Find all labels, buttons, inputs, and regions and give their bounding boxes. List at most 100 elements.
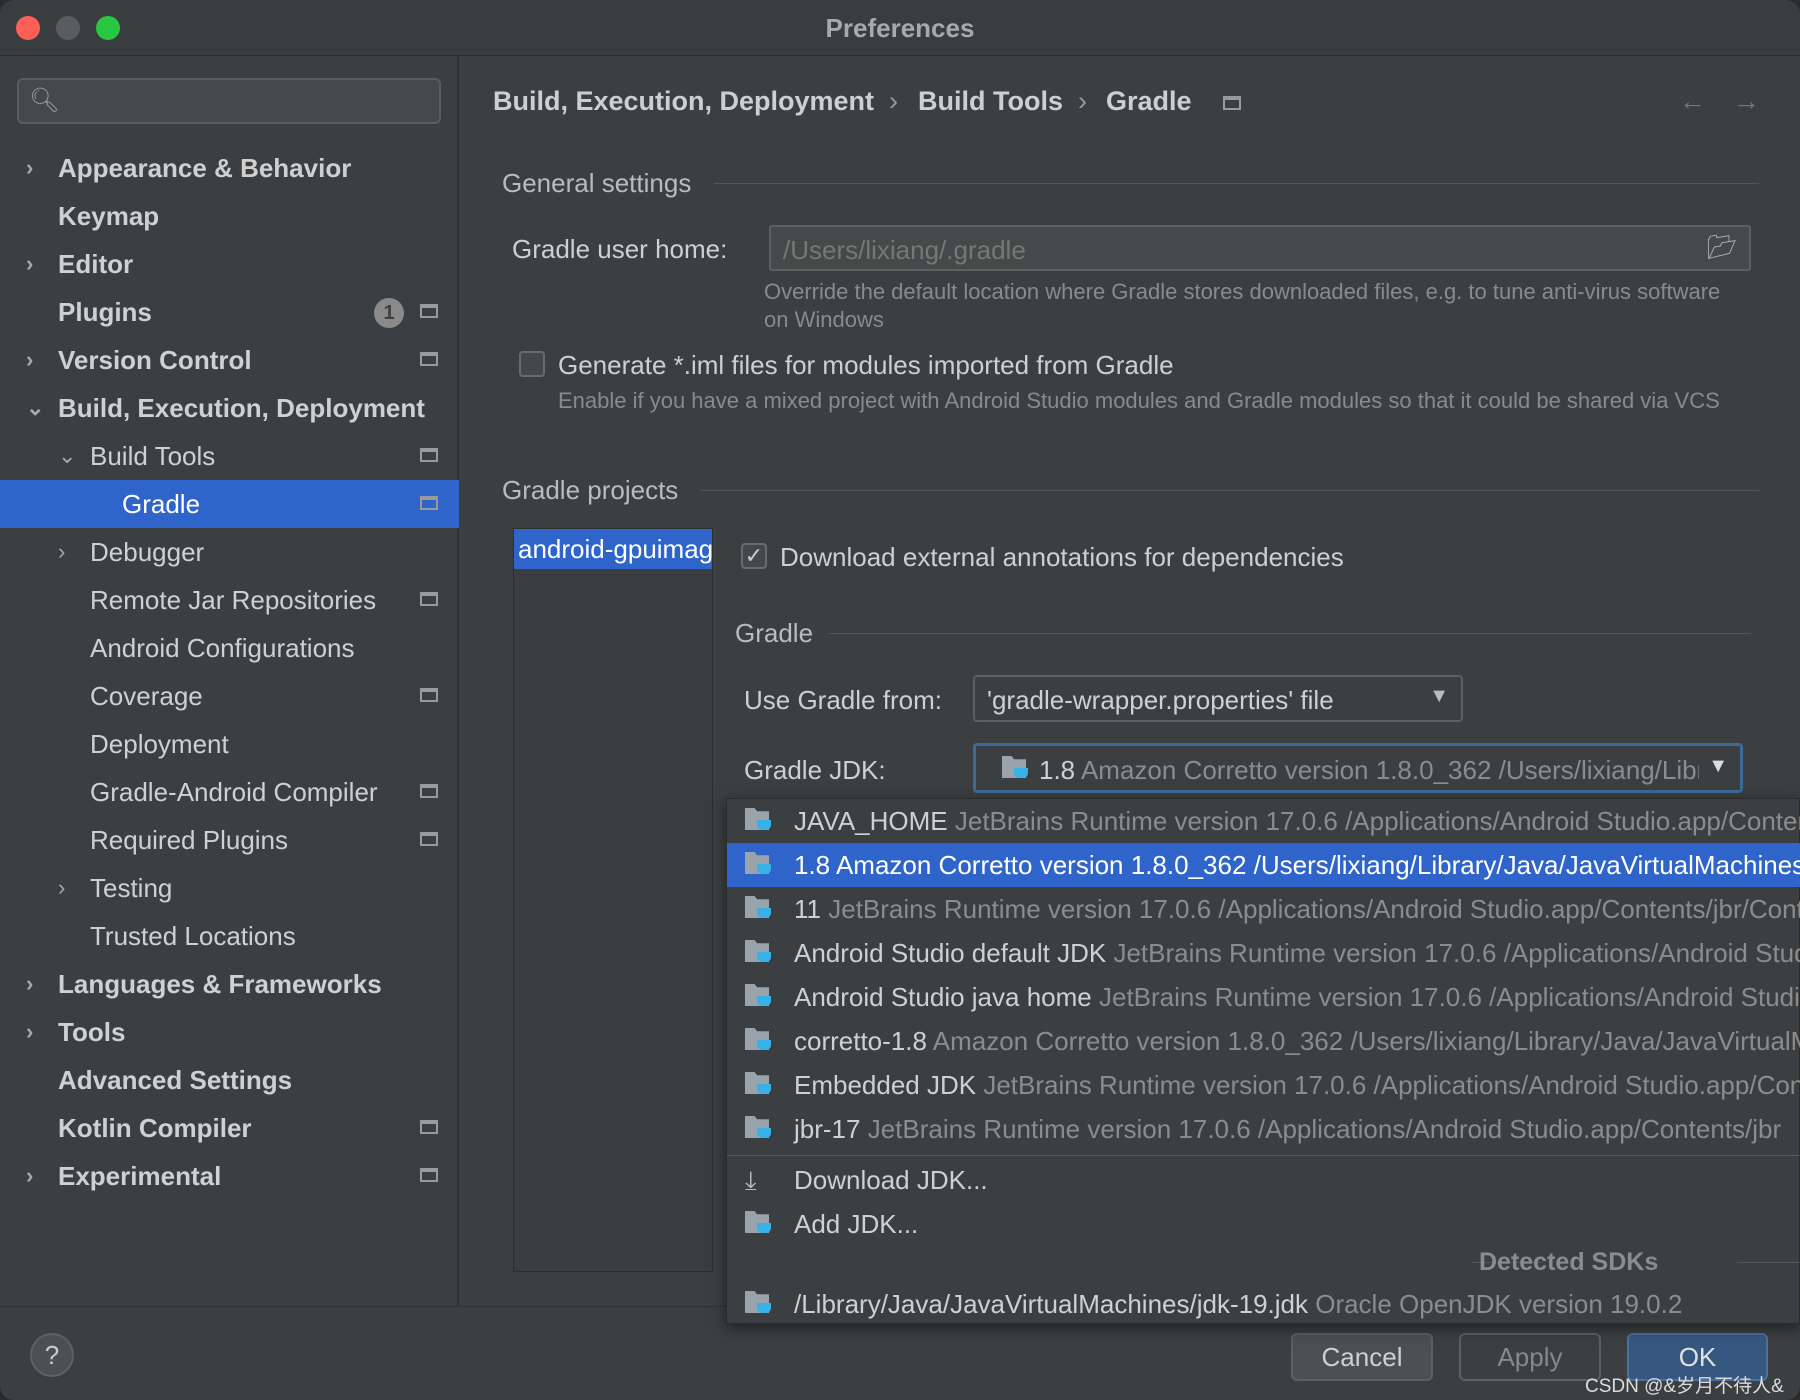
sidebar-item-build-tools[interactable]: ⌄ Build Tools: [0, 432, 459, 480]
sidebar-item-keymap[interactable]: Keymap: [0, 192, 459, 240]
jdk-value-name: 1.8: [1039, 755, 1076, 785]
jdk-option[interactable]: corretto-1.8 Amazon Corretto version 1.8…: [727, 1019, 1800, 1063]
sidebar-item-debugger[interactable]: › Debugger: [0, 528, 459, 576]
divider: [1737, 1262, 1800, 1263]
sidebar-item-gradle[interactable]: Gradle: [0, 480, 459, 528]
watermark: CSDN @&岁月不待人&: [1585, 1376, 1784, 1397]
sidebar-item-experimental[interactable]: › Experimental: [0, 1152, 459, 1200]
jdk-option-detail: Amazon Corretto version 1.8.0_362 /Users…: [932, 1026, 1800, 1056]
gradle-user-home-label: Gradle user home:: [512, 234, 728, 264]
gradle-projects-list: android-gpuimage: [513, 528, 713, 1272]
jdk-option-detail: JetBrains Runtime version 17.0.6 /Applic…: [983, 1070, 1800, 1100]
jdk-option-name: JAVA_HOME: [794, 806, 948, 836]
cancel-button[interactable]: Cancel: [1291, 1333, 1433, 1381]
jdk-option-name: Android Studio java home: [794, 982, 1092, 1012]
sidebar-item-android-configurations[interactable]: Android Configurations: [0, 624, 459, 672]
jdk-option[interactable]: Android Studio java home JetBrains Runti…: [727, 975, 1800, 1019]
chevron-down-icon[interactable]: ⌄: [26, 384, 44, 432]
sidebar-item-label: Experimental: [58, 1161, 222, 1191]
sidebar-item-appearance-behavior[interactable]: › Appearance & Behavior: [0, 144, 459, 192]
sdk-name: /Library/Java/JavaVirtualMachines/jdk-19…: [794, 1289, 1308, 1319]
divider: [701, 490, 1759, 491]
sidebar-item-label: Version Control: [58, 345, 252, 375]
divider: [714, 183, 1759, 184]
jdk-folder-icon: [745, 1028, 773, 1052]
project-scope-icon: [420, 304, 438, 318]
jdk-option[interactable]: 1.8 Amazon Corretto version 1.8.0_362 /U…: [727, 843, 1800, 887]
forward-arrow-icon[interactable]: →: [1733, 86, 1760, 117]
chevron-right-icon[interactable]: ›: [26, 1008, 33, 1056]
sidebar-item-coverage[interactable]: Coverage: [0, 672, 459, 720]
use-gradle-from-dropdown[interactable]: 'gradle-wrapper.properties' file ▼: [973, 675, 1463, 722]
sidebar-item-gradle-android-compiler[interactable]: Gradle-Android Compiler: [0, 768, 459, 816]
sidebar-item-advanced-settings[interactable]: Advanced Settings: [0, 1056, 459, 1104]
settings-search-input[interactable]: 🔍︎: [17, 78, 441, 124]
chevron-right-icon[interactable]: ›: [26, 960, 33, 1008]
add-jdk-item[interactable]: Add JDK...: [727, 1202, 1800, 1246]
sidebar-item-required-plugins[interactable]: Required Plugins: [0, 816, 459, 864]
sidebar-item-label: Advanced Settings: [58, 1065, 293, 1095]
gradle-projects-heading: Gradle projects: [502, 475, 679, 505]
sidebar-item-trusted-locations[interactable]: Trusted Locations: [0, 912, 459, 960]
sidebar-item-label: Debugger: [90, 537, 205, 567]
sidebar-item-label: Languages & Frameworks: [58, 969, 382, 999]
chevron-down-icon[interactable]: ⌄: [58, 432, 76, 480]
sidebar-item-label: Gradle: [122, 489, 201, 519]
gradle-user-home-field[interactable]: /Users/lixiang/.gradle 📂︎: [769, 225, 1751, 271]
chevron-right-icon[interactable]: ›: [26, 1152, 33, 1200]
sidebar-item-version-control[interactable]: › Version Control: [0, 336, 459, 384]
back-arrow-icon[interactable]: ←: [1679, 86, 1706, 117]
sidebar-item-testing[interactable]: › Testing: [0, 864, 459, 912]
breadcrumb-separator: ›: [1078, 86, 1087, 116]
jdk-option-detail: JetBrains Runtime version 17.0.6 /Applic…: [1113, 938, 1800, 968]
gradle-jdk-dropdown[interactable]: 1.8 Amazon Corretto version 1.8.0_362 /U…: [973, 743, 1743, 793]
sidebar-item-remote-jar-repositories[interactable]: Remote Jar Repositories: [0, 576, 459, 624]
jdk-option-name: Embedded JDK: [794, 1070, 977, 1100]
jdk-option-detail: JetBrains Runtime version 17.0.6 /Applic…: [867, 1114, 1782, 1144]
generate-iml-checkbox[interactable]: [519, 351, 545, 377]
chevron-right-icon[interactable]: ›: [26, 240, 33, 288]
sidebar-item-tools[interactable]: › Tools: [0, 1008, 459, 1056]
project-item-android-gpuimage[interactable]: android-gpuimage: [514, 529, 712, 569]
jdk-option[interactable]: Embedded JDK JetBrains Runtime version 1…: [727, 1063, 1800, 1107]
project-scope-icon: [420, 688, 438, 702]
jdk-option-detail: JetBrains Runtime version 17.0.6 /Applic…: [828, 894, 1800, 924]
folder-browse-icon[interactable]: 📂︎: [1707, 233, 1737, 262]
project-scope-icon: [420, 448, 438, 462]
jdk-folder-icon: [745, 1291, 773, 1315]
jdk-option[interactable]: jbr-17 JetBrains Runtime version 17.0.6 …: [727, 1107, 1800, 1151]
search-icon: 🔍︎: [29, 87, 60, 114]
jdk-option[interactable]: Android Studio default JDK JetBrains Run…: [727, 931, 1800, 975]
window-title: Preferences: [825, 13, 975, 43]
chevron-right-icon[interactable]: ›: [26, 336, 33, 384]
apply-button[interactable]: Apply: [1459, 1333, 1601, 1381]
sidebar-item-languages-frameworks[interactable]: › Languages & Frameworks: [0, 960, 459, 1008]
sidebar-item-label: Keymap: [58, 201, 160, 231]
jdk-option-name: jbr-17: [794, 1114, 861, 1144]
sidebar-item-deployment[interactable]: Deployment: [0, 720, 459, 768]
project-scope-icon: [420, 352, 438, 366]
chevron-right-icon[interactable]: ›: [58, 528, 65, 576]
jdk-option[interactable]: 11 JetBrains Runtime version 17.0.6 /App…: [727, 887, 1800, 931]
download-annotations-checkbox[interactable]: ✓: [741, 543, 767, 569]
detected-sdk-item[interactable]: /Library/Java/JavaVirtualMachines/jdk-19…: [727, 1282, 1800, 1326]
download-jdk-label: Download JDK...: [794, 1165, 988, 1195]
jdk-option[interactable]: JAVA_HOME JetBrains Runtime version 17.0…: [727, 799, 1800, 843]
chevron-down-icon: ▼: [1429, 685, 1449, 707]
sidebar-item-kotlin-compiler[interactable]: Kotlin Compiler: [0, 1104, 459, 1152]
breadcrumb-build-tools[interactable]: Build Tools: [918, 86, 1063, 117]
chevron-down-icon: ▼: [1708, 755, 1728, 777]
download-jdk-item[interactable]: ⤓ Download JDK...: [727, 1158, 1800, 1202]
sidebar-item-editor[interactable]: › Editor: [0, 240, 459, 288]
sidebar-item-plugins[interactable]: Plugins 1: [0, 288, 459, 336]
sidebar-item-build-execution-deployment[interactable]: ⌄ Build, Execution, Deployment: [0, 384, 459, 432]
breadcrumb-build-execution[interactable]: Build, Execution, Deployment: [493, 86, 874, 117]
settings-sidebar: 🔍︎ › Appearance & Behavior Keymap › Editor Pl…: [0, 56, 459, 1306]
sidebar-item-label: Kotlin Compiler: [58, 1113, 252, 1143]
help-button[interactable]: ?: [30, 1333, 74, 1377]
chevron-right-icon[interactable]: ›: [26, 144, 33, 192]
chevron-right-icon[interactable]: ›: [58, 864, 65, 912]
gradle-jdk-label: Gradle JDK:: [744, 755, 886, 785]
project-scope-icon: [420, 832, 438, 846]
generate-iml-hint: Enable if you have a mixed project with …: [558, 388, 1720, 413]
